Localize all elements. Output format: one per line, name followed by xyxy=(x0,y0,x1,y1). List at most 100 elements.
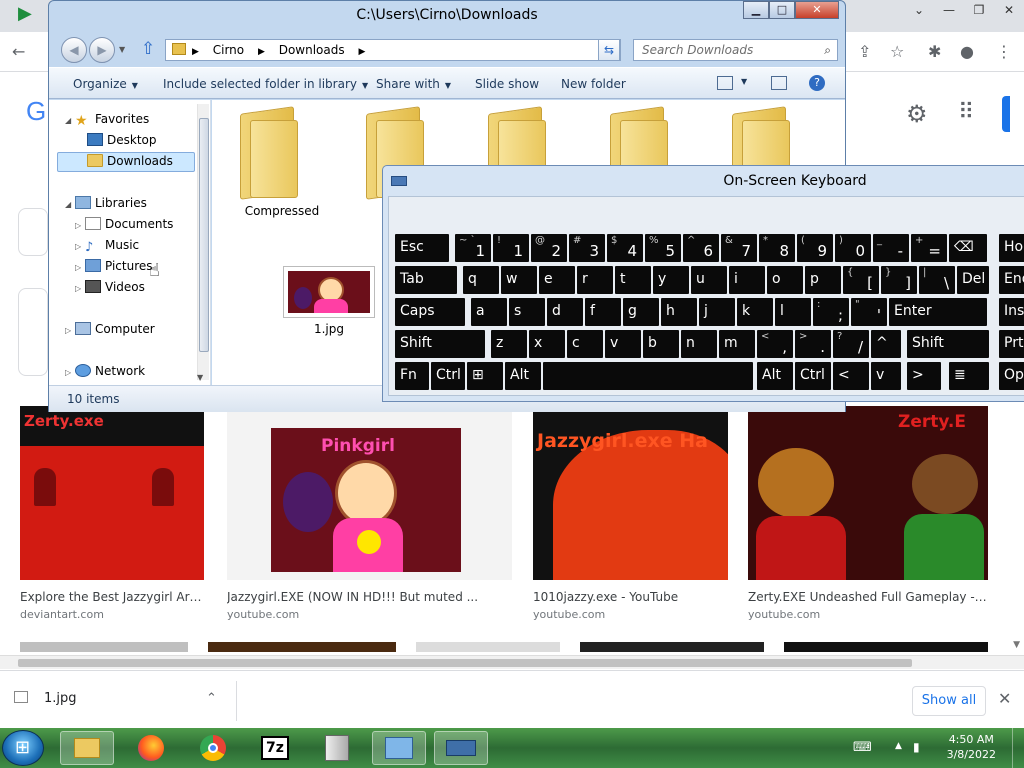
tray-expand-icon[interactable]: ▲ xyxy=(895,741,902,751)
tree-videos[interactable]: ▷ Videos xyxy=(75,280,145,294)
key-/[interactable]: ? / xyxy=(833,330,869,358)
close-button[interactable]: ✕ xyxy=(795,1,839,19)
result-title[interactable]: 1010jazzy.exe - YouTube xyxy=(533,590,728,604)
key-7[interactable]: & 7 xyxy=(721,234,757,262)
image-result[interactable]: Jazzygirl.exe Ha 1010jazzy.exe - YouTube… xyxy=(533,406,728,621)
horizontal-scrollbar[interactable] xyxy=(0,655,1024,669)
extensions-icon[interactable]: ✱ xyxy=(928,42,941,62)
key-f[interactable]: f xyxy=(585,298,621,326)
taskbar-firefox[interactable] xyxy=(124,731,178,765)
key-1[interactable]: ! 1 xyxy=(493,234,529,262)
taskbar-7zip[interactable]: 7z xyxy=(248,731,302,765)
share-with-menu[interactable]: Share with ▼ xyxy=(376,77,451,91)
image-result[interactable]: Pinkgirl Jazzygirl.EXE (NOW IN HD!!! But… xyxy=(227,406,512,621)
tree-downloads[interactable]: Downloads xyxy=(87,154,173,168)
gear-icon[interactable]: ⚙ xyxy=(906,100,928,128)
image-result[interactable]: Zerty.E Zerty.EXE Undeashed Full Gamepla… xyxy=(748,406,988,621)
key-h[interactable]: h xyxy=(661,298,697,326)
key-w[interactable]: w xyxy=(501,266,537,294)
key-ho[interactable]: Ho xyxy=(999,234,1024,262)
minimize-button[interactable]: ▁ xyxy=(743,1,769,19)
key-opt[interactable]: Opt xyxy=(999,362,1024,390)
key-≣[interactable]: ≣ xyxy=(949,362,989,390)
preview-pane-icon[interactable] xyxy=(771,76,787,90)
key-3[interactable]: #3 xyxy=(569,234,605,262)
tree-computer[interactable]: ▷ Computer xyxy=(65,322,155,336)
key-\[interactable]: | \ xyxy=(919,266,955,294)
profile-icon[interactable]: ● xyxy=(960,42,974,62)
file-item-label[interactable]: Compressed xyxy=(232,204,332,218)
key-tab[interactable]: Tab xyxy=(395,266,457,294)
new-folder-button[interactable]: New folder xyxy=(561,77,626,91)
key-del[interactable]: Del xyxy=(957,266,989,294)
key->[interactable]: > xyxy=(907,362,941,390)
result-title[interactable]: Jazzygirl.EXE (NOW IN HD!!! But muted ..… xyxy=(227,590,512,604)
key-a[interactable]: a xyxy=(471,298,507,326)
key-shift[interactable]: Shift xyxy=(907,330,989,358)
organize-menu[interactable]: Organize ▼ xyxy=(73,77,138,91)
menu-icon[interactable]: ⋮ xyxy=(996,42,1012,62)
key-u[interactable]: u xyxy=(691,266,727,294)
apps-grid-icon[interactable]: ⠿ xyxy=(958,100,974,125)
key-fn[interactable]: Fn xyxy=(395,362,429,390)
keyboard-tray-icon[interactable]: ⌨ xyxy=(853,740,872,755)
scrollbar-thumb[interactable] xyxy=(18,659,912,667)
taskbar-app[interactable] xyxy=(310,731,364,765)
key-q[interactable]: q xyxy=(463,266,499,294)
key-'[interactable]: " ' xyxy=(851,298,887,326)
key-b[interactable]: b xyxy=(643,330,679,358)
image-result[interactable] xyxy=(208,642,396,652)
image-result[interactable] xyxy=(20,642,188,652)
address-bar[interactable]: ▶ Cirno ▶ Downloads ▶ ▼ xyxy=(165,39,621,61)
tree-favorites[interactable]: ◢ ★ Favorites xyxy=(65,112,149,128)
chevron-up-icon[interactable]: ⌃ xyxy=(206,691,217,706)
taskbar-chrome[interactable] xyxy=(186,731,240,765)
key-^[interactable]: ^ xyxy=(871,330,901,358)
taskbar-explorer[interactable] xyxy=(60,731,114,765)
search-icon[interactable]: ⌕ xyxy=(824,40,831,60)
key-8[interactable]: * 8 xyxy=(759,234,795,262)
share-icon[interactable]: ⇪ xyxy=(858,42,871,62)
recent-dropdown-icon[interactable]: ▼ xyxy=(119,45,125,54)
key-p[interactable]: p xyxy=(805,266,841,294)
file-item-label[interactable]: 1.jpg xyxy=(302,322,356,336)
key--[interactable]: _ - xyxy=(873,234,909,262)
key-2[interactable]: @2 xyxy=(531,234,567,262)
show-desktop-button[interactable] xyxy=(1012,728,1024,768)
image-result[interactable]: Zerty.exe Explore the Best Jazzygirl Art… xyxy=(20,406,204,621)
slide-show-button[interactable]: Slide show xyxy=(475,77,539,91)
key-n[interactable]: n xyxy=(681,330,717,358)
restore-icon[interactable]: ❐ xyxy=(964,0,994,22)
result-thumbnail[interactable]: Jazzygirl.exe Ha xyxy=(533,406,728,580)
include-library-menu[interactable]: Include selected folder in library ▼ xyxy=(163,77,368,91)
breadcrumb-downloads[interactable]: Downloads xyxy=(279,43,345,57)
image-result[interactable] xyxy=(416,642,560,652)
side-card[interactable] xyxy=(18,288,48,376)
breadcrumb-cirno[interactable]: Cirno xyxy=(213,43,244,57)
key-alt[interactable]: Alt xyxy=(505,362,541,390)
close-icon[interactable]: ✕ xyxy=(998,689,1011,708)
key-6[interactable]: ^ 6 xyxy=(683,234,719,262)
result-title[interactable]: Explore the Best Jazzygirl Art ... xyxy=(20,590,204,604)
clock[interactable]: 4:50 AM 3/8/2022 xyxy=(947,732,996,762)
key-0[interactable]: ) 0 xyxy=(835,234,871,262)
key-e[interactable]: e xyxy=(539,266,575,294)
key-shift[interactable]: Shift xyxy=(395,330,485,358)
forward-button[interactable]: ▶ xyxy=(89,37,115,63)
key-⌫[interactable]: ⌫ xyxy=(949,234,987,262)
show-all-button[interactable]: Show all xyxy=(912,686,986,716)
key-;[interactable]: :; xyxy=(813,298,849,326)
key-1[interactable]: ~ ` 1 xyxy=(455,234,491,262)
tree-network[interactable]: ▷ Network xyxy=(65,364,145,378)
key-t[interactable]: t xyxy=(615,266,651,294)
key-r[interactable]: r xyxy=(577,266,613,294)
key-c[interactable]: c xyxy=(567,330,603,358)
key-⊞[interactable]: ⊞ xyxy=(467,362,503,390)
minimize-icon[interactable]: — xyxy=(934,0,964,22)
sign-in-button-edge[interactable] xyxy=(1002,96,1010,132)
side-card[interactable] xyxy=(18,208,48,256)
key-k[interactable]: k xyxy=(737,298,773,326)
key-alt[interactable]: Alt xyxy=(757,362,793,390)
refresh-button[interactable]: ⇆ xyxy=(598,39,620,61)
key-<[interactable]: < xyxy=(833,362,869,390)
